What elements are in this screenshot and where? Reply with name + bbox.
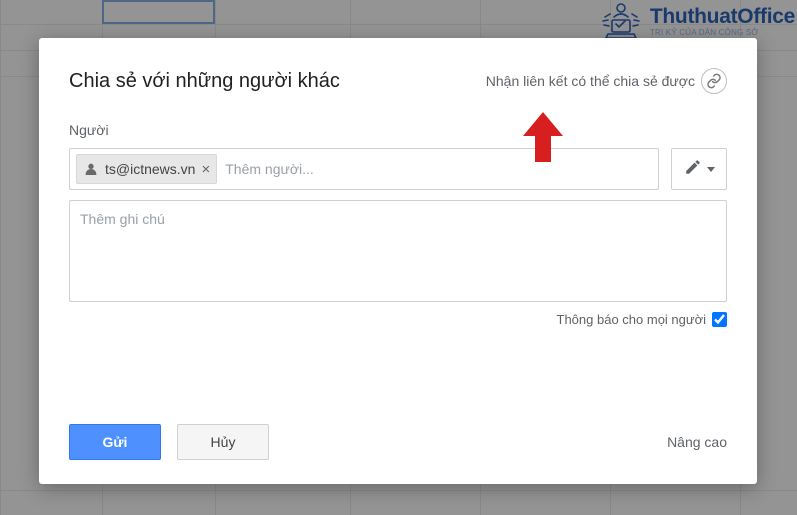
note-textarea[interactable] [69,200,727,302]
permission-dropdown-button[interactable] [671,148,727,190]
email-chip: ts@ictnews.vn × [76,154,217,184]
laptop-person-icon [598,0,644,42]
dialog-footer: Gửi Hủy Nâng cao [69,408,727,460]
advanced-link[interactable]: Nâng cao [667,434,727,450]
notify-checkbox[interactable] [712,312,727,327]
people-input-container[interactable]: ts@ictnews.vn × [69,148,659,190]
notify-label: Thông báo cho mọi người [557,312,706,327]
logo-subtitle: TRI KỶ CỦA DÂN CÔNG SỞ [650,29,795,37]
annotation-arrow-icon [519,112,567,169]
chevron-down-icon [707,167,715,172]
add-people-input[interactable] [225,161,652,177]
person-icon [83,161,99,177]
pencil-icon [684,158,702,181]
chip-remove-icon[interactable]: × [201,162,210,177]
chip-email-text: ts@ictnews.vn [105,161,195,177]
shareable-link-label: Nhận liên kết có thể chia sẻ được [486,73,695,89]
dialog-header: Chia sẻ với những người khác Nhận liên k… [69,68,727,94]
link-icon [701,68,727,94]
dialog-title: Chia sẻ với những người khác [69,70,340,93]
notify-row: Thông báo cho mọi người [69,312,727,327]
logo-title: ThuthuatOffice [650,6,795,27]
people-label: Người [69,122,727,138]
cancel-button[interactable]: Hủy [177,424,269,460]
get-shareable-link[interactable]: Nhận liên kết có thể chia sẻ được [486,68,727,94]
share-dialog: Chia sẻ với những người khác Nhận liên k… [39,38,757,484]
brand-logo: ThuthuatOffice TRI KỶ CỦA DÂN CÔNG SỞ [598,0,795,42]
send-button[interactable]: Gửi [69,424,161,460]
